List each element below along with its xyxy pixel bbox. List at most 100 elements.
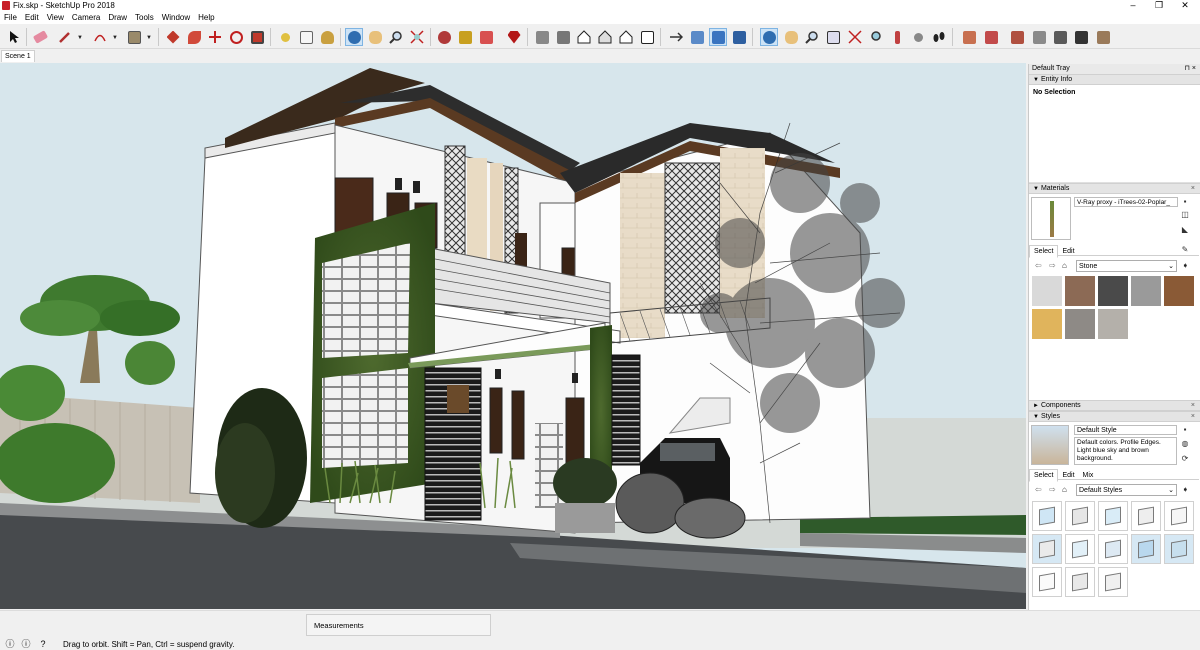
entity-info-header[interactable]: ▼ Entity Info (1029, 74, 1200, 85)
style-thumbnail[interactable] (1098, 567, 1128, 597)
zoom-tool-icon[interactable] (387, 28, 405, 46)
back-arrow-icon[interactable]: ⇦ (1035, 261, 1042, 270)
xray-style-icon[interactable] (688, 28, 706, 46)
material-swatch[interactable] (1065, 309, 1095, 339)
style-collection-select[interactable]: Default Styles ⌄ (1076, 484, 1177, 496)
close-icon[interactable]: × (1191, 401, 1195, 411)
warehouse-icon[interactable] (435, 28, 453, 46)
left-view-icon[interactable] (638, 28, 656, 46)
style-description-field[interactable]: Default colors. Profile Edges. Light blu… (1074, 437, 1177, 465)
chevron-down-icon[interactable]: ▼ (146, 35, 152, 41)
flip-edge-icon[interactable] (1094, 28, 1112, 46)
zoom-window-tool-icon[interactable] (824, 28, 842, 46)
close-icon[interactable]: × (1191, 184, 1195, 194)
style-name-field[interactable]: Default Style (1074, 425, 1177, 435)
help-icon[interactable]: ? (38, 639, 48, 649)
style-thumbnail[interactable] (1098, 534, 1128, 564)
back-view-icon[interactable] (617, 28, 635, 46)
sandbox-from-scratch-icon[interactable] (982, 28, 1000, 46)
menu-help[interactable]: Help (194, 12, 218, 24)
style-thumbnail[interactable] (1131, 501, 1161, 531)
material-collection-select[interactable]: Stone ⌄ (1076, 260, 1177, 272)
style-thumbnail[interactable] (1032, 534, 1062, 564)
tab-select[interactable]: Select (1029, 245, 1059, 258)
material-swatch[interactable] (1131, 276, 1161, 306)
material-swatch[interactable] (1164, 276, 1194, 306)
material-swatch[interactable] (1032, 309, 1062, 339)
details-arrow-icon[interactable]: ➧ (1182, 485, 1189, 494)
pan-tool-icon-2[interactable] (782, 28, 800, 46)
iso-view-icon[interactable] (533, 28, 551, 46)
text-tool-icon[interactable] (297, 28, 315, 46)
menu-tools[interactable]: Tools (131, 12, 158, 24)
share-model-icon[interactable] (477, 28, 495, 46)
maximize-button[interactable]: ❐ (1146, 0, 1172, 12)
select-tool-icon[interactable] (5, 28, 23, 46)
pencil-tool-icon[interactable] (56, 28, 74, 46)
measurements-box[interactable]: Measurements (306, 614, 491, 636)
arc-tool-icon[interactable] (91, 28, 109, 46)
drape-icon[interactable] (1051, 28, 1069, 46)
material-swatch[interactable] (1098, 309, 1128, 339)
eyedropper-icon[interactable]: ✎ (1180, 245, 1190, 255)
chevron-down-icon[interactable]: ▼ (112, 35, 118, 41)
style-thumbnail[interactable] (1164, 534, 1194, 564)
stamp-icon[interactable] (1030, 28, 1048, 46)
forward-arrow-icon[interactable]: ⇨ (1049, 485, 1056, 494)
style-thumbnail[interactable] (1032, 567, 1062, 597)
scene-tab-1[interactable]: Scene 1 (1, 50, 35, 62)
top-view-icon[interactable] (554, 28, 572, 46)
front-view-icon[interactable] (575, 28, 593, 46)
style-thumbnail[interactable] (1032, 501, 1062, 531)
textured-style-icon[interactable] (730, 28, 748, 46)
tab-edit[interactable]: Edit (1058, 470, 1078, 481)
follow-me-tool-icon[interactable] (185, 28, 203, 46)
menu-file[interactable]: File (0, 12, 21, 24)
rectangle-tool-icon[interactable] (125, 28, 143, 46)
display-secondary-icon[interactable]: ▪ (1180, 197, 1190, 207)
style-thumbnail[interactable] (1131, 534, 1161, 564)
menu-window[interactable]: Window (158, 12, 194, 24)
home-icon[interactable]: ⌂ (1062, 261, 1067, 270)
details-arrow-icon[interactable]: ➧ (1182, 261, 1189, 270)
tape-measure-tool-icon[interactable] (276, 28, 294, 46)
chevron-down-icon[interactable]: ▼ (77, 35, 83, 41)
material-swatch[interactable] (1098, 276, 1128, 306)
right-view-icon[interactable] (596, 28, 614, 46)
previous-view-icon[interactable] (867, 28, 885, 46)
scale-tool-icon[interactable] (248, 28, 266, 46)
minimize-button[interactable]: – (1120, 0, 1146, 12)
add-detail-icon[interactable] (1072, 28, 1090, 46)
create-material-icon[interactable]: ◫ (1180, 210, 1190, 220)
shaded-style-icon[interactable] (709, 28, 727, 46)
style-thumbnail[interactable] (1065, 501, 1095, 531)
menu-camera[interactable]: Camera (68, 12, 104, 24)
tab-select[interactable]: Select (1029, 469, 1059, 482)
material-swatch[interactable] (1032, 276, 1062, 306)
pan-tool-icon[interactable] (366, 28, 384, 46)
create-style-icon[interactable]: ▪ (1180, 425, 1190, 435)
rotate-tool-icon[interactable] (227, 28, 245, 46)
menu-view[interactable]: View (43, 12, 68, 24)
smoove-icon[interactable] (1008, 28, 1026, 46)
walk-icon[interactable] (930, 28, 948, 46)
menu-edit[interactable]: Edit (21, 12, 43, 24)
menu-draw[interactable]: Draw (104, 12, 131, 24)
styles-header[interactable]: ▼ Styles × (1029, 411, 1200, 422)
zoom-extents-tool-icon[interactable] (408, 28, 426, 46)
orbit-tool-icon-2[interactable] (760, 28, 778, 46)
zoom-extents-tool-icon-2[interactable] (846, 28, 864, 46)
ruby-icon[interactable] (505, 28, 523, 46)
style-thumbnail[interactable] (1065, 567, 1095, 597)
model-viewport[interactable] (0, 63, 1026, 609)
back-arrow-icon[interactable]: ⇦ (1035, 485, 1042, 494)
tab-mix[interactable]: Mix (1079, 470, 1098, 481)
paint-bucket-tool-icon[interactable] (318, 28, 336, 46)
material-swatch[interactable] (1065, 276, 1095, 306)
material-name-field[interactable]: V-Ray proxy - iTrees-02-Poplar_ (1074, 197, 1178, 207)
close-button[interactable]: ✕ (1172, 0, 1198, 12)
orbit-tool-icon[interactable] (345, 28, 363, 46)
update-style-icon[interactable]: ◍ (1180, 439, 1190, 449)
home-icon[interactable]: ⌂ (1062, 485, 1067, 494)
style-thumbnail[interactable] (1164, 501, 1194, 531)
